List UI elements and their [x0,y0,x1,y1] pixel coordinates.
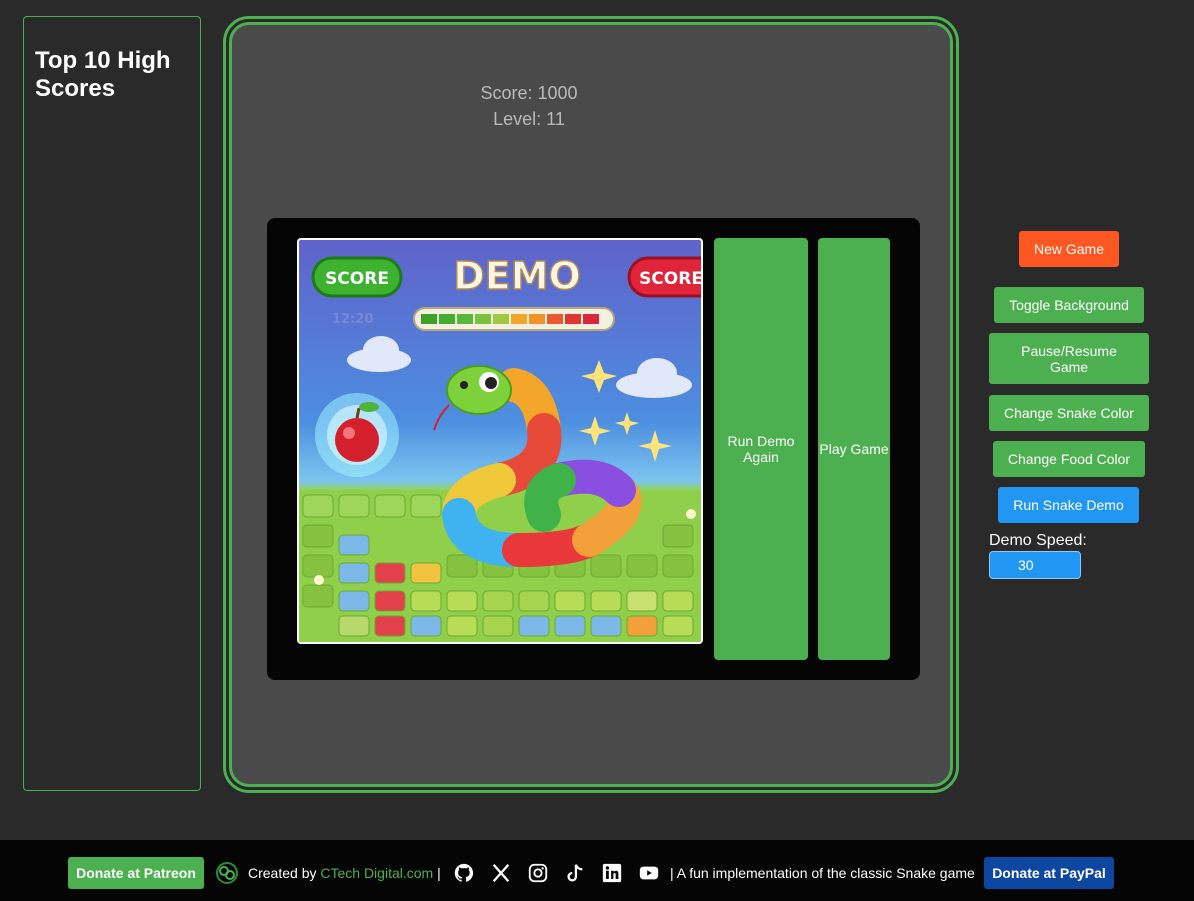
demo-illustration: SCORE SCORE 12:20 DEMO [299,253,701,642]
play-game-button[interactable]: Play Game [818,238,890,660]
demo-score-badge-left: SCORE [325,269,389,289]
level-display: Level: 11 [493,109,565,129]
game-board: SCORE SCORE 12:20 DEMO Run Demo Again Pl… [267,218,920,680]
game-container: Score: 1000 Level: 11 SCORE SCORE 12:20 … [223,16,959,793]
x-icon[interactable] [490,862,512,884]
donate-patreon-button[interactable]: Donate at Patreon [68,857,204,889]
high-scores-title: Top 10 High Scores [35,47,171,102]
tiktok-icon[interactable] [564,862,586,884]
run-snake-demo-button[interactable]: Run Snake Demo [998,487,1139,523]
new-game-button[interactable]: New Game [1019,231,1119,267]
change-food-color-button[interactable]: Change Food Color [993,441,1145,477]
demo-speed-label: Demo Speed: [989,532,1087,549]
created-by-text: Created by CTech Digital.com | [248,865,441,881]
demo-title: DEMO [453,254,581,298]
footer: Donate at Patreon Created by CTech Digit… [0,840,1194,901]
footer-tagline: | A fun implementation of the classic Sn… [670,865,975,881]
demo-timer: 12:20 [332,312,373,327]
game-area: Score: 1000 Level: 11 SCORE SCORE 12:20 … [229,22,953,787]
pause-resume-button[interactable]: Pause/Resume Game [989,333,1149,384]
instagram-icon[interactable] [527,862,549,884]
high-scores-panel: Top 10 High Scores [23,16,201,791]
github-icon[interactable] [453,862,475,884]
change-snake-color-button[interactable]: Change Snake Color [989,395,1149,431]
youtube-icon[interactable] [638,862,660,884]
donate-paypal-button[interactable]: Donate at PayPal [984,857,1114,889]
toggle-background-button[interactable]: Toggle Background [994,287,1144,323]
demo-speed-input[interactable] [989,551,1081,579]
creator-link[interactable]: CTech Digital.com [320,865,433,881]
run-demo-again-button[interactable]: Run Demo Again [714,238,808,660]
linkedin-icon[interactable] [601,862,623,884]
demo-score-badge-right: SCORE [639,269,701,289]
score-display: Score: 1000 [480,83,578,103]
demo-splash-image: SCORE SCORE 12:20 DEMO [297,238,703,644]
logo-icon [216,862,238,884]
